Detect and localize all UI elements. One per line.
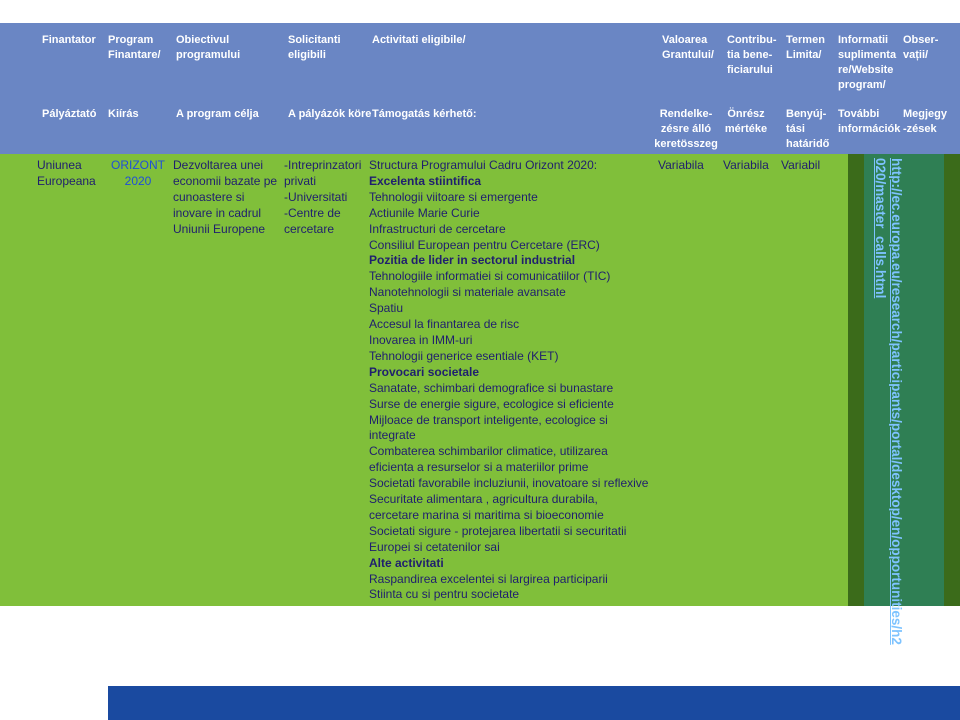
col-rendelkezesre: Rendelke-zésre álló keretösszeg [654,108,718,150]
cell-valoarea: Variabila [658,158,704,172]
col-benyujtasi: Benyúj-tási határidő [786,108,830,150]
activity-item: Stiinta cu si pentru societate [369,587,520,602]
activity-item: Inovarea in IMM-uri [369,332,473,347]
col-tovabbi: További információk [838,108,901,135]
cell-solicitanti: -Intreprinzatori privati -Universitati -Cen… [284,158,362,236]
activity-item: Tehnologii generice esentiale (KET) [369,348,559,363]
col-activitati: Activitati eligibile/ [372,34,466,46]
col-program-celja: A program célja [176,108,259,120]
col-finantator: Finantator [42,34,96,46]
col-onresz: Önrész mértéke [724,108,768,135]
activity-item: Combaterea schimbarilor climatice, utili… [369,444,608,459]
col-solicitanti: Solicitanti eligibili [288,34,341,61]
col-palyazok-kore: A pályázók köre [288,108,372,120]
activity-item: Actiunile Marie Curie [369,205,480,220]
activity-item: Consiliul European pentru Cercetare (ERC… [369,237,600,252]
activity-item: Accesul la finantarea de risc [369,317,520,332]
cell-termen: Variabil [781,158,821,172]
col-obiectiv: Obiectivul programului [176,34,241,61]
cell-program: ORIZONT 2020 [111,158,165,188]
data-row: Uniunea Europeana ORIZONT 2020 Dezvoltarea… [0,154,960,606]
col-informatii: Informatii suplimenta re/Website program/ [838,34,897,91]
cell-activitati: Structura Programului Cadru Orizont 2020… [369,158,648,603]
cell-contributia: Variabila [723,158,769,172]
activity-item: Nanotehnologii si materiale avansate [369,285,566,300]
website-link[interactable]: http://ec.europa.eu/research/participant… [872,158,904,645]
col-palyaztato: Pályáztató [42,108,97,120]
col-valoarea: Valoarea Grantului/ [662,34,714,61]
col-contributia: Contribu-tia bene-ficiarului [727,34,777,76]
activity-item: Surse de energie sigure, ecologice si ef… [369,396,614,411]
col-megjegyzesek: Megjegy -zések [903,108,948,135]
activity-item: cercetare marina si maritima si bioecono… [369,507,604,522]
activity-item: Tehnologii viitoare si emergente [369,189,538,204]
activity-item: Mijloace de transport inteligente, ecolo… [369,412,608,427]
cell-finantator: Uniunea Europeana [37,158,96,188]
col-kiiras: Kiírás [108,108,139,120]
cell-obiectiv: Dezvoltarea unei economii bazate pe cunoas… [173,158,278,236]
activity-item: Structura Programului Cadru Orizont 2020… [369,158,598,172]
col-observatii: Obser-vații/ [903,34,939,61]
col-program: Program Finantare/ [108,34,161,61]
header-row-hu: Pályáztató Kiírás A program célja A pály… [0,99,960,154]
activity-item: Societati favorabile incluziunii, inovat… [369,476,649,491]
activity-item: Societati sigure - protejarea libertatii… [369,523,627,538]
activity-item: Sanatate, schimbari demografice si bunas… [369,380,614,395]
activity-item: Securitate alimentara , agricultura dura… [369,492,598,507]
activity-item: Spatiu [369,301,404,316]
footer-bar [108,686,960,720]
activity-item: eficienta a resurselor si a materiilor p… [369,460,589,475]
activity-item: Raspandirea excelentei si largirea parti… [369,571,608,586]
activity-section-heading: Pozitia de lider in sectorul industrial [369,253,576,268]
activity-section-heading: Excelenta stiintifica [369,173,482,188]
activity-item: Infrastructuri de cercetare [369,221,506,236]
header-row-ro: Finantator Program Finantare/ Obiectivul p… [0,23,960,99]
activity-section-heading: Alte activitati [369,555,444,570]
activity-section-heading: Provocari societale [369,364,480,379]
activity-item: integrate [369,428,416,443]
col-termen: Termen Limita/ [786,34,825,61]
col-tamogatas: Támogatás kérhető: [372,108,477,120]
activity-item: Tehnologiile informatiei si comunicatiil… [369,269,611,284]
activity-item: Europei si cetatenilor sai [369,539,500,554]
